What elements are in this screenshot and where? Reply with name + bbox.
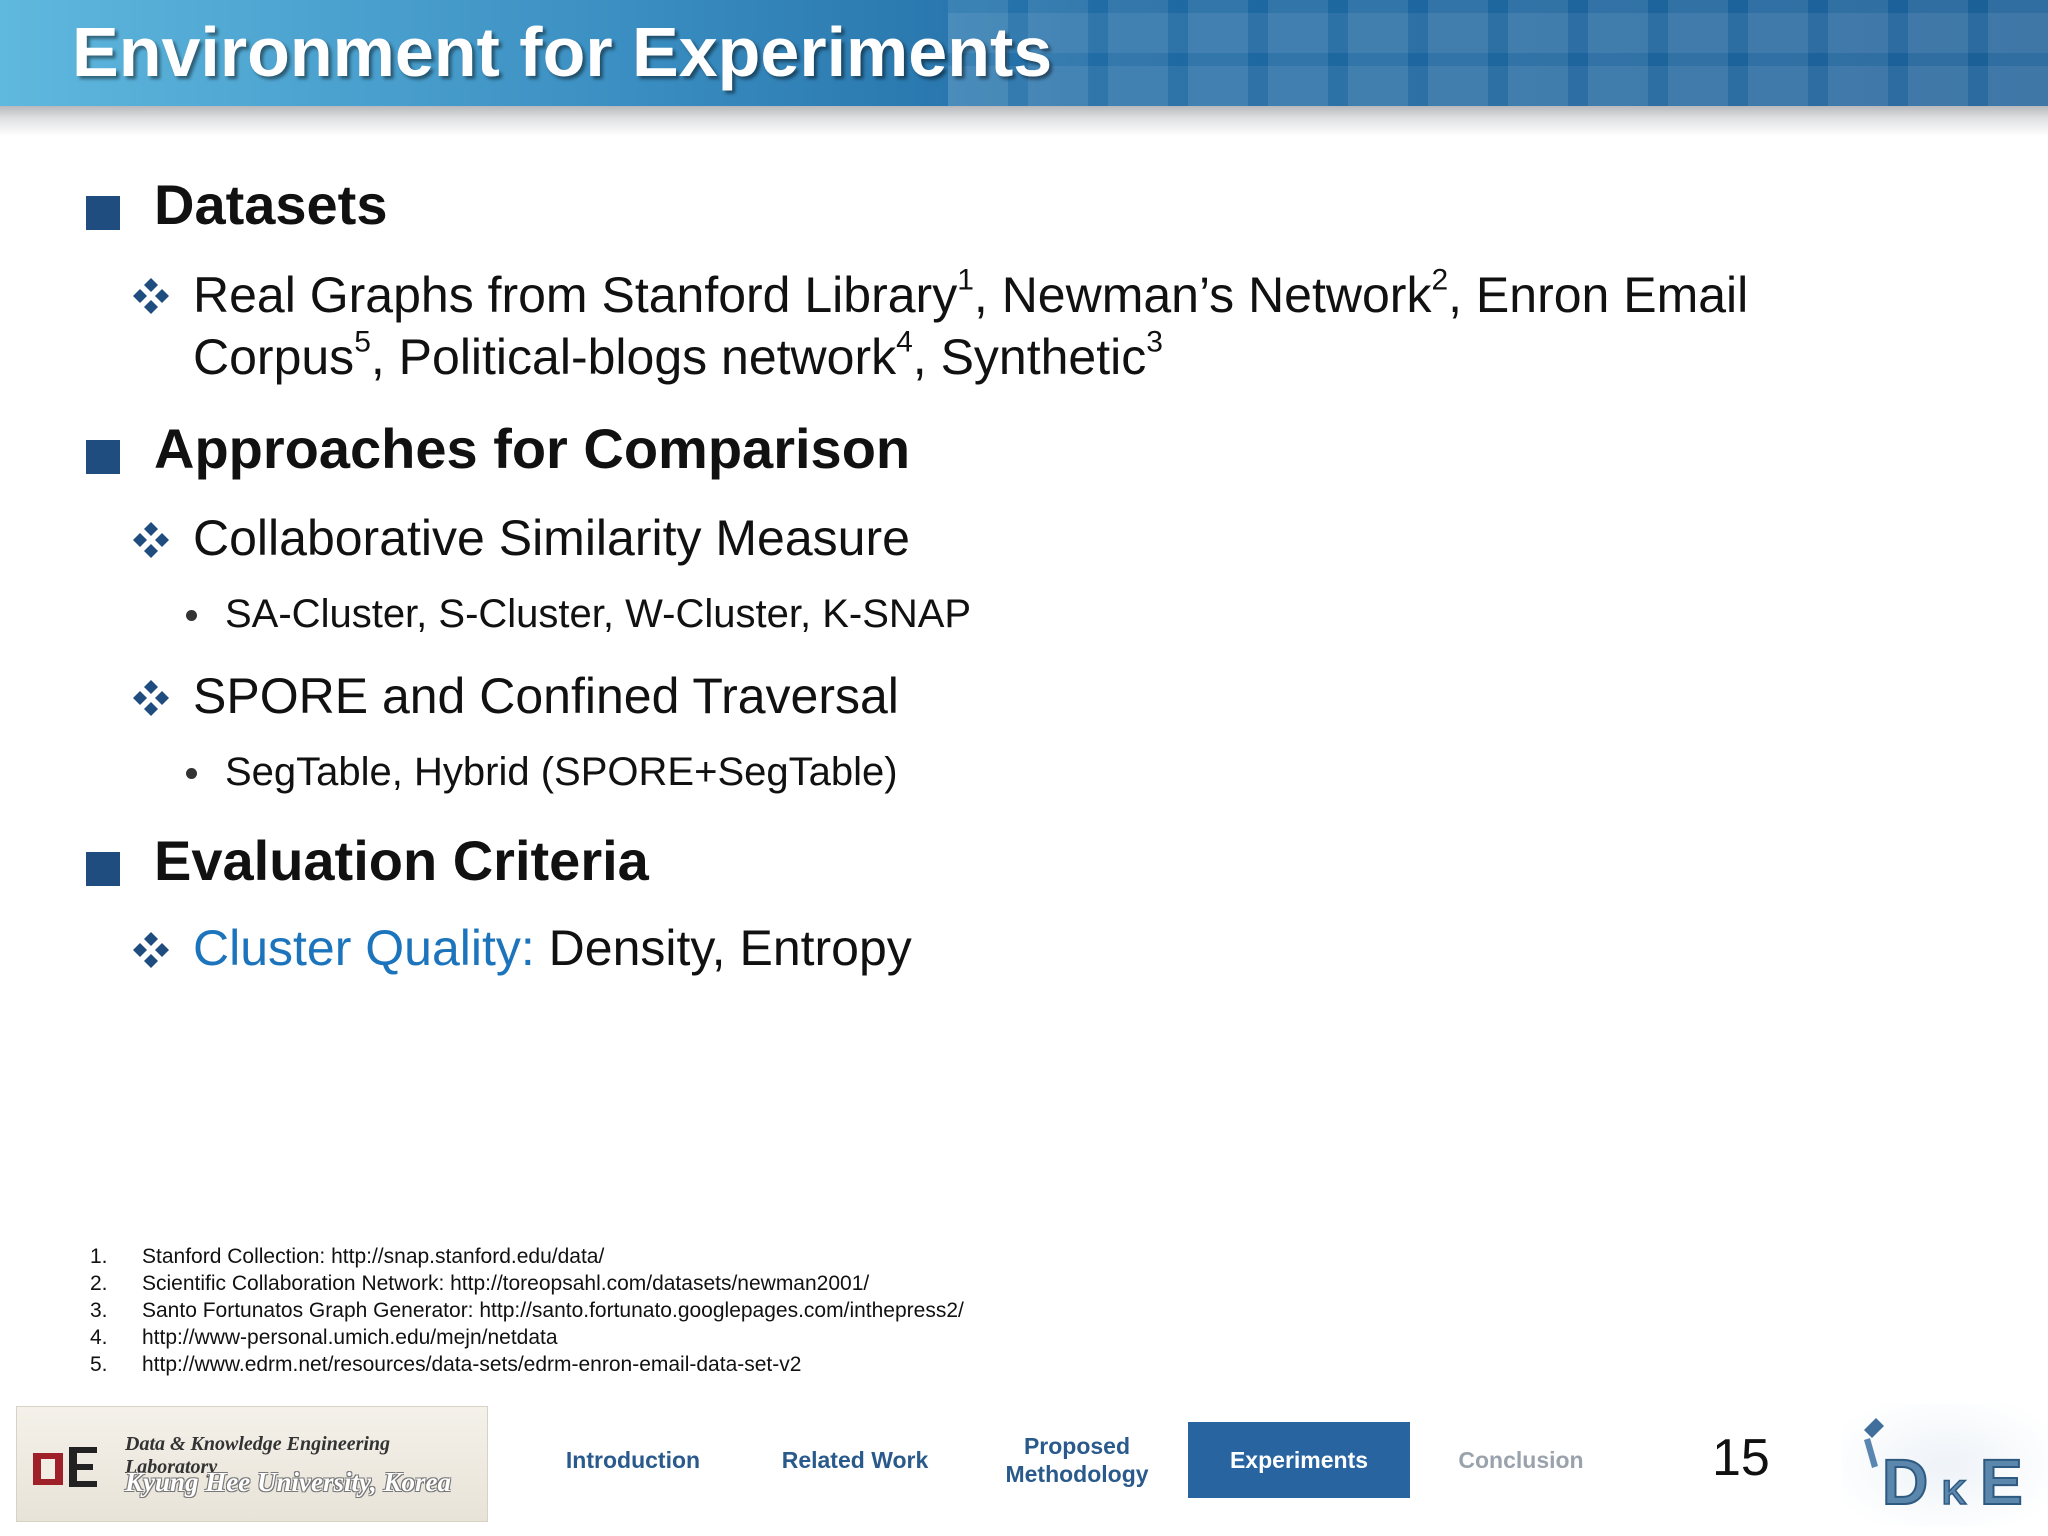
svg-text:E: E	[1980, 1446, 2023, 1518]
nav-related-work[interactable]: Related Work	[744, 1422, 966, 1498]
diamond-bullet-icon	[133, 522, 169, 558]
page-number: 15	[1712, 1429, 1770, 1487]
footnote-3: 3. Santo Fortunatos Graph Generator: http…	[90, 1299, 964, 1323]
footnote-number: 2.	[90, 1272, 108, 1295]
approach-subitem: SegTable, Hybrid (SPORE+SegTable)	[225, 750, 898, 794]
nav-conclusion[interactable]: Conclusion	[1410, 1422, 1632, 1498]
footnote-text: http://www.edrm.net/resources/data-sets/…	[142, 1353, 802, 1376]
dataset-text: , Political-blogs network	[370, 329, 897, 385]
lab-logo: Data & Knowledge Engineering Laboratory …	[16, 1406, 488, 1522]
footnote-2: 2. Scientific Collaboration Network: http…	[90, 1272, 869, 1296]
footnote-text: Scientific Collaboration Network: http:/…	[142, 1272, 870, 1295]
approach-item-spore: SPORE and Confined Traversal	[193, 668, 899, 724]
footnote-number: 5.	[90, 1353, 108, 1376]
dataset-text: , Synthetic	[912, 329, 1147, 385]
footnote-4: 4. http://www-personal.umich.edu/mejn/net…	[90, 1326, 558, 1350]
diamond-bullet-icon	[133, 278, 169, 314]
footnote-ref: 3	[1146, 325, 1163, 359]
section-heading-approaches: Approaches for Comparison	[154, 417, 911, 480]
dataset-line-1: Real Graphs from Stanford Library1, Newm…	[193, 263, 1749, 324]
nav-experiments[interactable]: Experiments	[1188, 1422, 1410, 1498]
footnote-number: 3.	[90, 1299, 108, 1322]
dke-logo-icon: D K E	[1842, 1404, 2048, 1526]
svg-text:D: D	[1882, 1446, 1928, 1518]
dataset-text: , Enron Email	[1448, 267, 1749, 323]
dataset-line-2: Corpus5, Political-blogs network4, Synth…	[193, 325, 1163, 386]
footnote-number: 1.	[90, 1245, 108, 1268]
footnote-text: Stanford Collection: http://snap.stanfor…	[142, 1245, 605, 1268]
round-bullet-icon	[186, 610, 197, 621]
footnote-1: 1. Stanford Collection: http://snap.stanf…	[90, 1245, 604, 1269]
footnote-text: Santo Fortunatos Graph Generator: http:/…	[142, 1299, 964, 1322]
diamond-bullet-icon	[133, 680, 169, 716]
footnote-5: 5. http://www.edrm.net/resources/data-set…	[90, 1353, 801, 1377]
section-heading-evaluation: Evaluation Criteria	[154, 829, 649, 892]
footnote-ref: 1	[957, 263, 974, 297]
diamond-bullet-icon	[133, 932, 169, 968]
evaluation-metrics: Density, Entropy	[534, 920, 912, 976]
dke-lab-mark-icon	[33, 1447, 97, 1487]
dataset-text: , Newman’s Network	[973, 267, 1432, 323]
square-bullet-icon	[86, 196, 120, 230]
svg-text:K: K	[1942, 1474, 1967, 1512]
nav-proposed-methodology[interactable]: Proposed Methodology	[966, 1422, 1188, 1498]
nav-introduction[interactable]: Introduction	[522, 1422, 744, 1498]
section-heading-datasets: Datasets	[154, 173, 388, 236]
university-name: Kyung Hee University, Korea	[125, 1467, 451, 1497]
footnote-number: 4.	[90, 1326, 108, 1349]
evaluation-item: Cluster Quality: Density, Entropy	[193, 919, 912, 977]
square-bullet-icon	[86, 852, 120, 886]
round-bullet-icon	[186, 768, 197, 779]
footnote-text: http://www-personal.umich.edu/mejn/netda…	[142, 1326, 558, 1349]
dataset-text: Real Graphs from Stanford Library	[193, 267, 958, 323]
approach-item-collaborative: Collaborative Similarity Measure	[193, 510, 910, 566]
dataset-text: Corpus	[193, 329, 355, 385]
footnote-ref: 5	[354, 325, 371, 359]
approach-subitem: SA-Cluster, S-Cluster, W-Cluster, K-SNAP	[225, 592, 972, 636]
footnote-ref: 2	[1431, 263, 1449, 297]
footnote-ref: 4	[896, 325, 913, 359]
slide-content: Datasets Real Graphs from Stanford Libra…	[0, 0, 2048, 1400]
cluster-quality-label: Cluster Quality:	[193, 920, 535, 976]
square-bullet-icon	[86, 440, 120, 474]
